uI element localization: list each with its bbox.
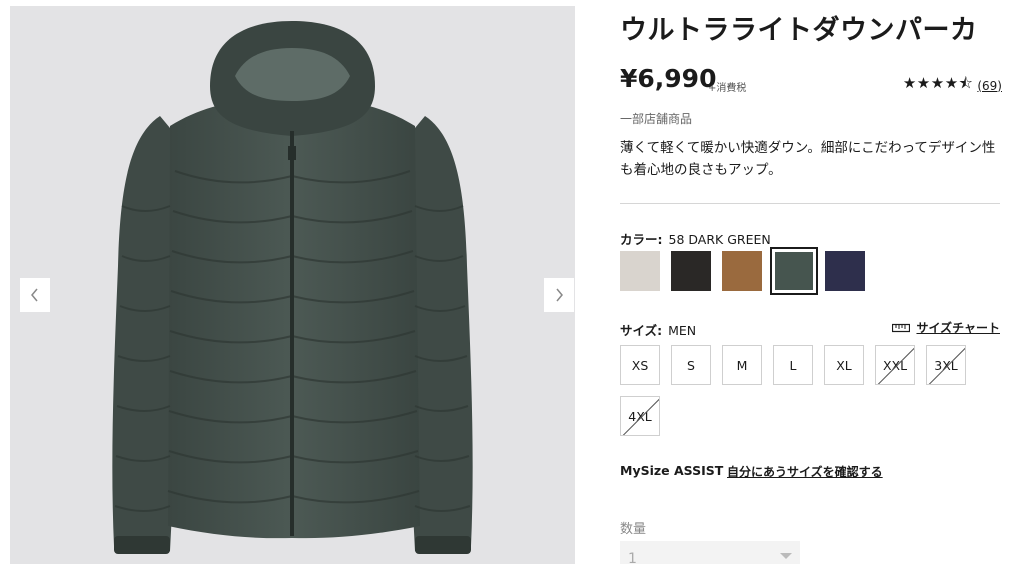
mysize-assist-link[interactable]: 自分にあうサイズを確認する bbox=[727, 463, 883, 480]
product-price: ¥6,990 bbox=[620, 64, 717, 93]
size-option-4xl[interactable]: 4XL bbox=[620, 396, 660, 436]
quantity-value: 1 bbox=[628, 551, 637, 564]
selected-size-group: MEN bbox=[668, 323, 697, 338]
size-option-label: S bbox=[687, 357, 695, 373]
size-label-row: サイズ: MEN bbox=[620, 320, 696, 339]
selected-color: 58 DARK GREEN bbox=[668, 232, 771, 247]
size-option-s[interactable]: S bbox=[671, 345, 711, 385]
quantity-label: 数量 bbox=[620, 522, 647, 537]
size-option-label: XS bbox=[631, 357, 649, 373]
size-option-l[interactable]: L bbox=[773, 345, 813, 385]
gallery-next-button[interactable] bbox=[544, 278, 574, 312]
size-label: サイズ: bbox=[620, 323, 663, 338]
rating-count-link[interactable]: (69) bbox=[977, 79, 1002, 93]
color-swatch-brown[interactable] bbox=[722, 251, 762, 291]
product-page: ウルトラライトダウンパーカ ¥6,990 +消費税 ★★★★⯪ (69) 一部店… bbox=[0, 0, 1024, 564]
size-option-label: 3XL bbox=[934, 357, 958, 373]
color-label-row: カラー: 58 DARK GREEN bbox=[620, 229, 771, 248]
size-option-label: L bbox=[789, 357, 797, 373]
availability-note: 一部店舗商品 bbox=[620, 112, 693, 126]
mysize-assist-label: MySize ASSIST bbox=[620, 463, 724, 478]
color-swatch-dark-green[interactable] bbox=[770, 247, 818, 295]
size-option-xl[interactable]: XL bbox=[824, 345, 864, 385]
size-option-label: M bbox=[736, 357, 748, 373]
size-option-label: 4XL bbox=[628, 408, 652, 424]
product-image-jacket bbox=[112, 21, 473, 554]
size-option-label: XXL bbox=[882, 357, 908, 373]
size-option-xs[interactable]: XS bbox=[620, 345, 660, 385]
size-option-m[interactable]: M bbox=[722, 345, 762, 385]
color-swatch-navy[interactable] bbox=[825, 251, 865, 291]
product-description: 薄くて軽くて暖かい快適ダウン。細部にこだわってデザイン性も着心地の良さもアップ。 bbox=[620, 140, 996, 178]
size-option-3xl[interactable]: 3XL bbox=[926, 345, 966, 385]
product-detail-panel: ウルトラライトダウンパーカ ¥6,990 +消費税 ★★★★⯪ (69) 一部店… bbox=[620, 0, 1004, 564]
color-label: カラー: bbox=[620, 232, 663, 247]
product-image-gallery bbox=[10, 6, 575, 564]
gallery-prev-button[interactable] bbox=[20, 278, 50, 312]
product-title: ウルトラライトダウンパーカ bbox=[620, 15, 978, 46]
quantity-select[interactable]: 1 bbox=[620, 541, 800, 564]
tax-note: +消費税 bbox=[708, 83, 747, 94]
rating-stars-icon: ★★★★⯪ bbox=[902, 74, 974, 92]
chevron-right-icon bbox=[556, 288, 563, 302]
size-chart-label: サイズチャート bbox=[916, 321, 1000, 335]
color-swatch-off-white[interactable] bbox=[620, 251, 660, 291]
divider bbox=[620, 203, 1000, 204]
chevron-down-icon bbox=[780, 553, 792, 559]
color-swatch-black[interactable] bbox=[671, 251, 711, 291]
size-chart-link[interactable]: サイズチャート bbox=[892, 319, 1000, 336]
chevron-left-icon bbox=[31, 288, 38, 302]
product-rating: ★★★★⯪ (69) bbox=[903, 73, 1002, 98]
size-option-label: XL bbox=[836, 357, 852, 373]
ruler-icon bbox=[892, 323, 911, 332]
size-option-xxl[interactable]: XXL bbox=[875, 345, 915, 385]
